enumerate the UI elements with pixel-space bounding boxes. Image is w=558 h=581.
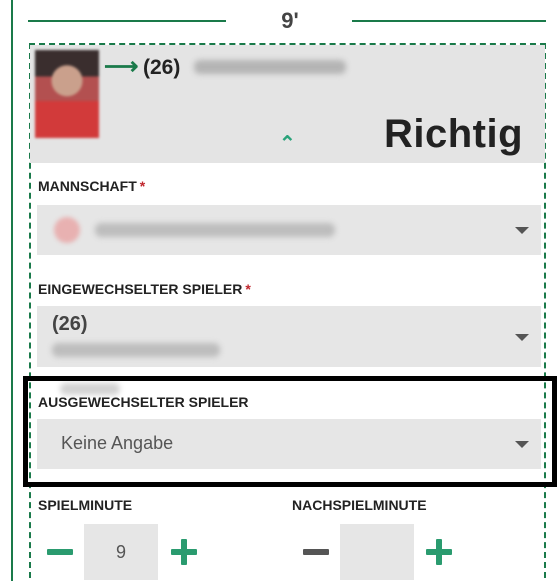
player-in-label: EINGEWECHSELTER SPIELER * bbox=[38, 281, 251, 297]
extra-minute-increment-button[interactable] bbox=[421, 534, 457, 570]
minute-divider-left bbox=[28, 20, 226, 22]
team-label-text: MANNSCHAFT bbox=[38, 178, 137, 194]
timeline-rule bbox=[11, 0, 13, 581]
minute-value-field[interactable]: 9 bbox=[84, 524, 158, 580]
team-select[interactable] bbox=[37, 205, 541, 255]
minute-divider-right bbox=[352, 20, 546, 22]
team-logo-redacted bbox=[54, 217, 80, 243]
event-minute-label: 9' bbox=[281, 8, 299, 33]
player-avatar bbox=[35, 50, 99, 138]
extra-minute-label-text: NACHSPIELMINUTE bbox=[292, 497, 427, 513]
status-annotation: Richtig bbox=[384, 112, 524, 156]
minute-label: SPIELMINUTE bbox=[38, 497, 132, 513]
minute-decrement-button[interactable] bbox=[42, 534, 78, 570]
minute-label-text: SPIELMINUTE bbox=[38, 497, 133, 513]
chevron-down-icon bbox=[515, 227, 529, 234]
substitution-form-page: 9' ⟶ (26) ⌃ Richtig MANNSCHAFT * EINGEWEC… bbox=[0, 0, 558, 581]
extra-minute-label: NACHSPIELMINUTE bbox=[292, 497, 427, 513]
extra-minute-decrement-button[interactable] bbox=[298, 534, 334, 570]
team-label: MANNSCHAFT * bbox=[38, 178, 145, 194]
header-player-number: (26) bbox=[143, 56, 181, 79]
header-player-name-redacted bbox=[194, 60, 346, 74]
required-mark: * bbox=[139, 178, 146, 194]
plus-icon bbox=[426, 539, 452, 565]
highlight-frame bbox=[23, 376, 557, 487]
minute-value: 9 bbox=[115, 541, 126, 562]
plus-icon bbox=[171, 539, 197, 565]
minute-increment-button[interactable] bbox=[166, 534, 202, 570]
player-in-select[interactable]: (26) bbox=[37, 306, 541, 367]
minus-icon bbox=[47, 549, 73, 555]
team-name-redacted bbox=[95, 223, 335, 237]
minus-icon bbox=[303, 549, 329, 555]
player-in-label-text: EINGEWECHSELTER SPIELER bbox=[38, 281, 243, 297]
player-in-number: (26) bbox=[52, 313, 88, 335]
right-arrow-icon: ⟶ bbox=[104, 53, 139, 80]
chevron-down-icon bbox=[515, 334, 529, 341]
player-in-name-redacted bbox=[52, 343, 220, 357]
extra-minute-value-field[interactable] bbox=[340, 524, 414, 580]
chevron-up-icon[interactable]: ⌃ bbox=[279, 134, 296, 154]
required-mark: * bbox=[245, 281, 251, 297]
